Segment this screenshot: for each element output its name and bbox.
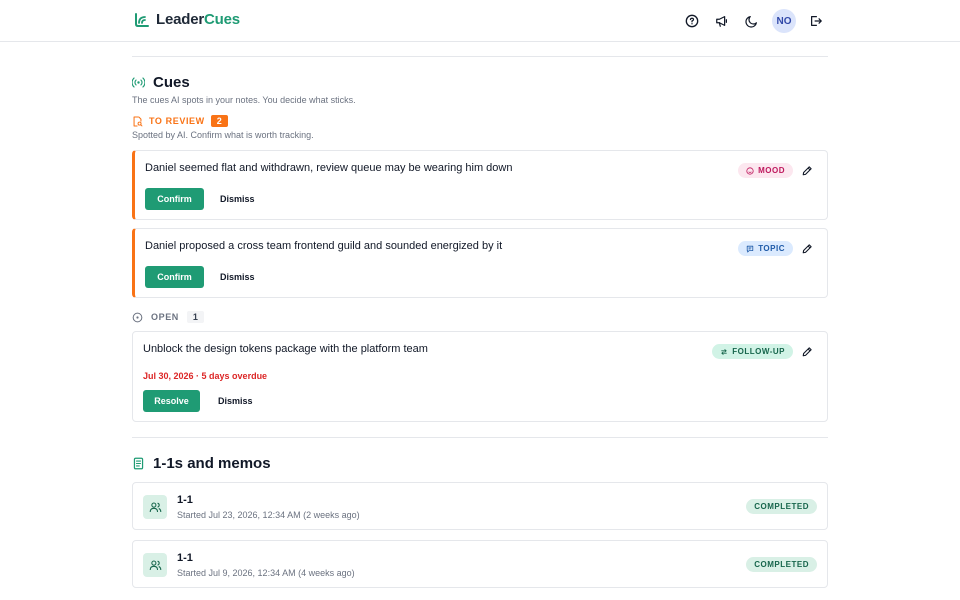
header-actions: NO: [682, 9, 826, 33]
to-review-group-header: TO REVIEW 2: [132, 115, 228, 127]
app-name: LeaderCues: [156, 11, 240, 28]
open-count-badge: 1: [186, 311, 204, 323]
megaphone-icon: [716, 16, 727, 27]
session-row[interactable]: 1-1 Started Jul 9, 2026, 12:34 AM (4 wee…: [132, 540, 828, 588]
app-logo[interactable]: LeaderCues: [134, 11, 240, 28]
session-started-time: Started Jul 9, 2026, 12:34 AM (4 weeks a…: [177, 568, 355, 578]
topic-tag: TOPIC: [738, 241, 793, 256]
session-icon-box: [143, 553, 167, 577]
open-label: OPEN: [151, 312, 179, 322]
status-badge: COMPLETED: [746, 557, 817, 572]
sessions-heading: 1-1s and memos: [132, 455, 271, 472]
help-icon: [685, 14, 699, 28]
to-review-hint: Spotted by AI. Confirm what is worth tra…: [132, 130, 314, 140]
edit-pencil-icon[interactable]: [801, 165, 813, 177]
to-review-label: TO REVIEW: [149, 116, 205, 126]
tag-label: TOPIC: [758, 244, 785, 253]
cues-title: Cues: [153, 74, 190, 91]
circle-dot-icon: [132, 312, 143, 322]
cues-subtitle: The cues AI spots in your notes. You dec…: [132, 95, 356, 105]
to-review-count-badge: 2: [210, 115, 228, 127]
user-avatar[interactable]: NO: [772, 9, 796, 33]
logout-button[interactable]: [806, 9, 826, 33]
broadcast-icon: [132, 77, 145, 88]
dismiss-button[interactable]: Dismiss: [220, 266, 255, 288]
tag-label: FOLLOW-UP: [732, 347, 785, 356]
logout-icon: [811, 16, 822, 26]
edit-pencil-icon[interactable]: [801, 346, 813, 358]
help-button[interactable]: [682, 9, 702, 33]
session-title: 1-1: [177, 494, 193, 506]
app-name-part2: Cues: [204, 11, 240, 28]
app-name-part1: Leader: [156, 11, 204, 28]
document-search-icon: [133, 116, 143, 126]
session-row[interactable]: 1-1 Started Jul 23, 2026, 12:34 AM (2 we…: [132, 482, 828, 530]
due-date-overdue: Jul 30, 2026 · 5 days overdue: [143, 371, 268, 381]
session-icon-box: [143, 495, 167, 519]
open-group-header: OPEN 1: [132, 311, 204, 323]
users-icon: [149, 502, 161, 512]
tag-label: MOOD: [758, 166, 785, 175]
users-icon: [149, 560, 161, 570]
cue-text: Daniel seemed flat and withdrawn, review…: [145, 162, 513, 174]
mood-tag: MOOD: [738, 163, 793, 178]
review-cue-card: Daniel seemed flat and withdrawn, review…: [132, 150, 828, 220]
section-divider: [132, 56, 828, 57]
session-started-time: Started Jul 23, 2026, 12:34 AM (2 weeks …: [177, 510, 360, 520]
dismiss-button[interactable]: Dismiss: [220, 188, 255, 210]
message-icon: [746, 245, 754, 252]
edit-pencil-icon[interactable]: [801, 243, 813, 255]
theme-toggle-button[interactable]: [742, 9, 762, 33]
announcements-button[interactable]: [712, 9, 732, 33]
status-badge: COMPLETED: [746, 499, 817, 514]
cues-heading: Cues: [132, 74, 190, 91]
dismiss-button[interactable]: Dismiss: [218, 390, 253, 412]
follow-up-tag: FOLLOW-UP: [712, 344, 793, 359]
cue-text: Daniel proposed a cross team frontend gu…: [145, 240, 503, 252]
moon-icon: [745, 16, 757, 28]
sessions-title: 1-1s and memos: [153, 455, 271, 472]
cue-text: Unblock the design tokens package with t…: [143, 343, 428, 355]
document-icon: [133, 457, 144, 470]
confirm-button[interactable]: Confirm: [145, 188, 204, 210]
resolve-button[interactable]: Resolve: [143, 390, 200, 412]
section-divider: [132, 437, 828, 438]
leadercues-logo-icon: [135, 12, 149, 27]
session-title: 1-1: [177, 552, 193, 564]
smile-icon: [746, 166, 754, 175]
app-header: LeaderCues NO: [0, 0, 960, 42]
open-cue-card: Unblock the design tokens package with t…: [132, 331, 828, 422]
follow-up-icon: [721, 348, 728, 355]
review-cue-card: Daniel proposed a cross team frontend gu…: [132, 228, 828, 298]
confirm-button[interactable]: Confirm: [145, 266, 204, 288]
